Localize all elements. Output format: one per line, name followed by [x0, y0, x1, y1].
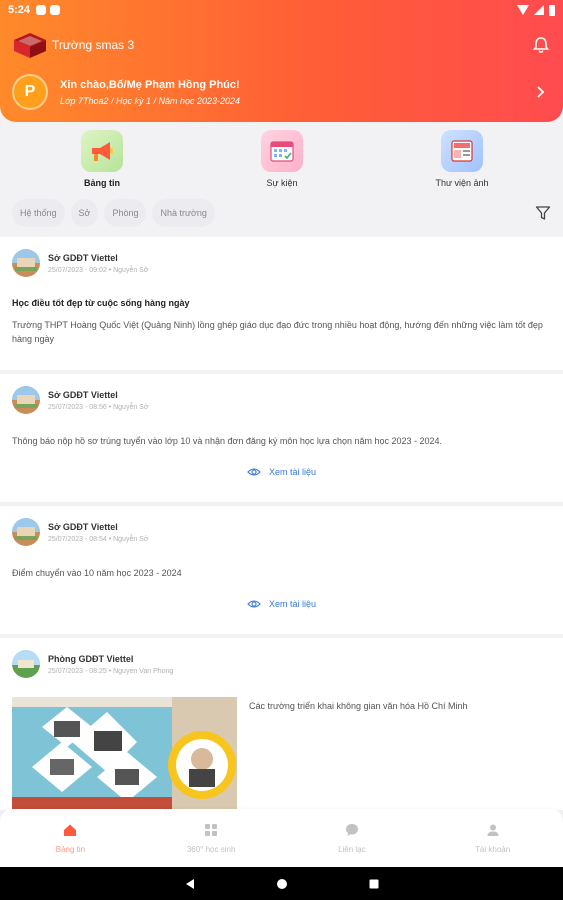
nav-account-label: Tài khoản: [475, 844, 511, 854]
feature-shortcuts: Bảng tin Sự kiện Thư viện ảnh: [0, 130, 563, 190]
feed-post[interactable]: Phòng GDĐT Viettel 25/07/2023 - 08:25 • …: [0, 638, 563, 810]
nav-news[interactable]: Bảng tin: [0, 809, 141, 867]
filter-chip-department[interactable]: Sở: [70, 199, 99, 227]
org-avatar: [12, 249, 40, 277]
app-header: 5:24 Trường smas 3 P Xin chào,Bố/Mẹ Phạm…: [0, 0, 563, 122]
battery-icon: [549, 4, 555, 16]
filter-chips: Hệ thống Sở Phòng Nhà trường: [12, 199, 551, 227]
post-org-name: Sở GDĐT Viettel: [48, 521, 118, 532]
back-icon[interactable]: [184, 878, 196, 890]
post-body: Các trường triển khai không gian văn hóa…: [249, 701, 468, 711]
home-circle-icon[interactable]: [276, 878, 288, 890]
notification-app-icon: [36, 5, 47, 15]
signal-icon: [534, 5, 544, 15]
recents-icon[interactable]: [368, 878, 380, 890]
bell-icon[interactable]: [531, 35, 551, 55]
eye-icon: [247, 468, 261, 476]
megaphone-icon: [81, 130, 123, 172]
nav-student-360[interactable]: 360° học sinh: [141, 809, 282, 867]
post-meta: 25/07/2023 - 08:54 • Nguyễn Sở: [48, 535, 149, 543]
feed-post[interactable]: Sở GDĐT Viettel 25/07/2023 - 09:02 • Ngu…: [0, 237, 563, 370]
status-bar: 5:24: [0, 0, 563, 20]
home-icon: [64, 824, 77, 836]
feed-post[interactable]: Sở GDĐT Viettel 25/07/2023 - 08:56 • Ngu…: [0, 374, 563, 502]
filter-chip-office[interactable]: Phòng: [104, 199, 147, 227]
status-time: 5:24: [8, 4, 31, 16]
shortcut-photo-library-label: Thư viện ảnh: [435, 178, 489, 188]
post-body: Thông báo nộp hồ sơ trúng tuyển vào lớp …: [12, 436, 443, 446]
shortcut-events-label: Sự kiện: [266, 178, 298, 188]
post-body: Điểm chuyển vào 10 năm học 2023 - 2024: [12, 568, 182, 578]
org-avatar: [12, 518, 40, 546]
post-org-name: Phòng GDĐT Viettel: [48, 653, 134, 664]
class-term-year: Lớp 7Thoa2 / Học kỳ 1 / Năm học 2023-202…: [60, 95, 241, 106]
greeting-text: Xin chào,Bố/Mẹ Phạm Hồng Phúc!: [60, 78, 240, 91]
chat-icon: [345, 823, 358, 836]
avatar: P: [12, 74, 48, 110]
system-navigation-bar: [0, 867, 563, 900]
view-document-link[interactable]: Xem tài liệu: [0, 599, 563, 609]
post-meta: 25/07/2023 - 08:25 • Nguyen Van Phong: [48, 667, 174, 675]
grid-icon: [205, 823, 218, 836]
nav-news-label: Bảng tin: [55, 844, 86, 854]
chevron-right-icon: [537, 86, 545, 98]
notification-doc-icon: [50, 5, 61, 15]
filter-chip-system[interactable]: Hệ thống: [12, 199, 65, 227]
school-name: Trường smas 3: [52, 38, 135, 52]
view-document-link[interactable]: Xem tài liệu: [0, 467, 563, 477]
shortcut-news-label: Bảng tin: [84, 178, 120, 188]
shortcut-news[interactable]: Bảng tin: [52, 130, 152, 188]
filter-chip-school[interactable]: Nhà trường: [152, 199, 215, 227]
post-meta: 25/07/2023 - 09:02 • Nguyễn Sở: [48, 266, 149, 274]
calendar-icon: [261, 130, 303, 172]
filter-icon[interactable]: [535, 205, 551, 221]
user-greeting[interactable]: P Xin chào,Bố/Mẹ Phạm Hồng Phúc! Lớp 7Th…: [12, 74, 551, 110]
post-org-name: Sở GDĐT Viettel: [48, 389, 118, 400]
post-title: Học điều tốt đẹp từ cuộc sống hàng ngày: [12, 298, 190, 308]
post-body: Trường THPT Hoàng Quốc Việt (Quảng Ninh)…: [12, 320, 543, 344]
nav-contact[interactable]: Liên lạc: [282, 809, 423, 867]
photo-library-icon: [441, 130, 483, 172]
nav-account[interactable]: Tài khoản: [422, 809, 563, 867]
org-avatar: [12, 650, 40, 678]
post-meta: 25/07/2023 - 08:56 • Nguyễn Sở: [48, 403, 149, 411]
nav-contact-label: Liên lạc: [338, 844, 366, 854]
org-avatar: [12, 386, 40, 414]
shortcut-photo-library[interactable]: Thư viện ảnh: [412, 130, 512, 188]
school-logo-icon: [14, 33, 46, 58]
shortcut-events[interactable]: Sự kiện: [232, 130, 332, 188]
view-document-label: Xem tài liệu: [268, 467, 317, 477]
bottom-navigation: Bảng tin 360° học sinh Liên lạc Tài khoả…: [0, 809, 563, 867]
nav-student-360-label: 360° học sinh: [186, 844, 236, 854]
post-org-name: Sở GDĐT Viettel: [48, 252, 118, 263]
feed-post[interactable]: Sở GDĐT Viettel 25/07/2023 - 08:54 • Ngu…: [0, 506, 563, 634]
wifi-icon: [517, 5, 529, 15]
user-icon: [487, 824, 499, 836]
post-photo[interactable]: [12, 697, 237, 809]
eye-icon: [247, 600, 261, 608]
view-document-label: Xem tài liệu: [268, 599, 317, 609]
